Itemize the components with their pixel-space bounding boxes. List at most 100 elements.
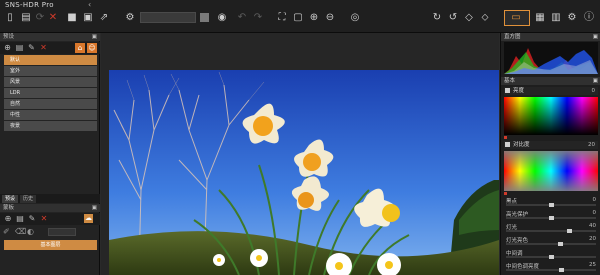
fit-screen-icon[interactable]: ⛶ <box>276 12 288 24</box>
saturation-color-picker[interactable] <box>504 151 598 191</box>
eraser-icon[interactable]: ⌫ <box>15 227 26 236</box>
edit-layer-icon[interactable]: ✎ <box>27 214 37 224</box>
slider-value: 0 <box>592 210 597 216</box>
pin-icon[interactable]: ▣ <box>92 33 97 41</box>
saturation-marker <box>504 192 507 195</box>
flip-vertical-icon[interactable]: ⬦ <box>479 12 491 24</box>
brightness-value: 0 <box>591 88 596 94</box>
settings-gears-icon[interactable]: ⚙ <box>124 12 136 24</box>
pin-icon[interactable]: ▣ <box>593 33 598 41</box>
preset-item-natural[interactable]: 自然 <box>4 99 97 109</box>
add-layer-icon[interactable]: ⊕ <box>3 214 13 224</box>
slider-thumb[interactable] <box>559 268 565 272</box>
mask-tools-row: ✐ ⌫ ◐ <box>0 226 100 238</box>
slider-track[interactable] <box>506 243 596 245</box>
add-preset-icon[interactable]: ⊕ <box>3 43 12 52</box>
mask-header: 蒙板 ▣ <box>0 204 100 212</box>
saturation-checkbox[interactable] <box>505 142 510 147</box>
slider-black-point[interactable]: 黑点 0 <box>504 197 598 207</box>
slider-thumb[interactable] <box>548 216 554 220</box>
actual-size-icon[interactable]: ▢ <box>292 12 304 24</box>
right-panel: 直方图 ▣ 基本 ▣ 亮度 0 对比度 20 黑点 0 高光保护 0 灯光 40… <box>500 33 600 275</box>
delete-preset-icon[interactable]: ✕ <box>39 43 48 52</box>
histogram <box>504 42 598 74</box>
preset-item-outdoor[interactable]: 室外 <box>4 66 97 76</box>
pin-icon[interactable]: ▣ <box>593 77 598 85</box>
gradient-icon[interactable]: ◐ <box>27 227 34 236</box>
tab-history[interactable]: 历史 <box>20 195 37 203</box>
left-panel-tabs: 预设 历史 <box>0 194 100 203</box>
preset-item-landscape[interactable]: 风景 <box>4 77 97 87</box>
saturation-label: 对比度 <box>513 142 530 148</box>
brush-size-field[interactable] <box>48 228 76 236</box>
user-icon[interactable]: ☺ <box>87 43 97 53</box>
slider-thumb[interactable] <box>548 203 554 207</box>
brightness-label: 亮度 <box>513 88 525 94</box>
redo-icon[interactable]: ↷ <box>252 12 264 24</box>
brush-icon[interactable]: ✐ <box>3 227 10 236</box>
home-icon[interactable]: ⌂ <box>75 43 85 53</box>
undo-icon[interactable]: ↶ <box>236 12 248 24</box>
preset-item-default[interactable]: 默认 <box>4 55 97 65</box>
slider-thumb[interactable] <box>566 229 572 233</box>
slider-value: 25 <box>589 262 596 268</box>
layout-icon[interactable]: ▦ <box>534 12 546 24</box>
mask-title: 蒙板 <box>3 205 15 211</box>
slider-value: 40 <box>589 223 596 229</box>
rotate-ccw-icon[interactable]: ↺ <box>447 12 459 24</box>
slider-highlight-protection[interactable]: 高光保护 0 <box>504 210 598 220</box>
save-as-icon[interactable]: ▣ <box>82 12 94 24</box>
brightness-section[interactable]: 亮度 0 <box>504 87 598 95</box>
basic-layer-button[interactable]: 基本图层 <box>4 240 97 250</box>
slider-midtones[interactable]: 中间调 <box>504 249 598 259</box>
file-name-field[interactable] <box>140 12 196 23</box>
close-icon[interactable]: ✕ <box>47 12 59 24</box>
flip-horizontal-icon[interactable]: ◇ <box>463 12 475 24</box>
tab-presets[interactable]: 预设 <box>2 195 19 203</box>
rotate-cw-icon[interactable]: ↻ <box>431 12 443 24</box>
stop-icon[interactable] <box>200 13 209 22</box>
zoom-out-icon[interactable]: ⊖ <box>324 12 336 24</box>
preset-list: 默认 室外 风景 LDR 自然 中性 夜景 <box>4 55 97 132</box>
preset-item-neutral[interactable]: 中性 <box>4 110 97 120</box>
histogram-title: 直方图 <box>504 34 521 40</box>
eye-icon[interactable]: ◎ <box>349 12 361 24</box>
save-preset-icon[interactable]: ▤ <box>15 43 24 52</box>
camera-icon[interactable]: ◉ <box>216 12 228 24</box>
brightness-color-picker[interactable] <box>504 97 598 135</box>
open-file-icon[interactable]: ▯ <box>4 12 16 24</box>
slider-track[interactable] <box>506 230 596 232</box>
compare-icon[interactable]: ▥ <box>550 12 562 24</box>
gear-icon[interactable]: ⚙ <box>566 12 578 24</box>
delete-layer-icon[interactable]: ✕ <box>39 214 49 224</box>
cloud-icon[interactable]: ☁ <box>84 214 93 223</box>
rename-preset-icon[interactable]: ✎ <box>27 43 36 52</box>
presets-header: 预设 ▣ <box>0 33 100 41</box>
brightness-checkbox[interactable] <box>505 88 510 93</box>
brightness-marker <box>504 136 507 139</box>
slider-track[interactable] <box>506 269 596 271</box>
export-icon[interactable]: ⇗ <box>98 12 110 24</box>
open-folder-icon[interactable]: ▤ <box>20 12 32 24</box>
info-icon[interactable]: ⓘ <box>583 12 595 24</box>
zoom-in-icon[interactable]: ⊕ <box>308 12 320 24</box>
slider-thumb[interactable] <box>548 255 554 259</box>
save-icon[interactable]: ■ <box>66 12 78 24</box>
preset-item-night[interactable]: 夜景 <box>4 121 97 131</box>
saturation-section[interactable]: 对比度 20 <box>504 141 598 149</box>
photo-preview[interactable] <box>109 70 499 275</box>
pin-icon[interactable]: ▣ <box>92 204 97 212</box>
slider-light[interactable]: 灯光 40 <box>504 223 598 233</box>
monitor-icon: ▭ <box>511 12 521 23</box>
slider-light-color[interactable]: 灯光亮色 20 <box>504 236 598 246</box>
refresh-icon[interactable]: ⟳ <box>34 12 46 24</box>
mask-toolbar: ⊕ ▤ ✎ ✕ ☁ <box>0 213 100 225</box>
preset-item-ldr[interactable]: LDR <box>4 88 97 98</box>
slider-value: 20 <box>589 236 596 242</box>
image-canvas[interactable] <box>101 33 499 275</box>
collapse-panel-icon[interactable]: ‹ <box>88 0 91 9</box>
slider-thumb[interactable] <box>557 242 563 246</box>
copy-layer-icon[interactable]: ▤ <box>15 214 25 224</box>
slider-midtone-brightness[interactable]: 中间色调亮度 25 <box>504 262 598 272</box>
basic-title: 基本 <box>504 78 516 84</box>
